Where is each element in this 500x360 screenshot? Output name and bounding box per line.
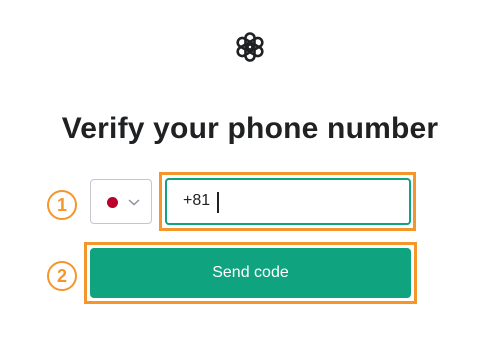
step-1-badge: 1 [47,190,77,220]
page-title: Verify your phone number [61,112,439,145]
chevron-down-icon [128,199,140,206]
country-code-select[interactable] [90,179,152,224]
text-cursor [217,192,219,213]
send-code-button[interactable]: Send code [90,248,411,298]
openai-logo-icon [236,32,264,62]
verify-phone-page: Verify your phone number 1 +81 2 Send co… [0,0,500,360]
phone-number-value: +81 [183,192,211,209]
phone-number-input[interactable]: +81 [165,178,411,225]
step-2-badge: 2 [47,261,77,291]
japan-flag-icon [107,197,118,208]
